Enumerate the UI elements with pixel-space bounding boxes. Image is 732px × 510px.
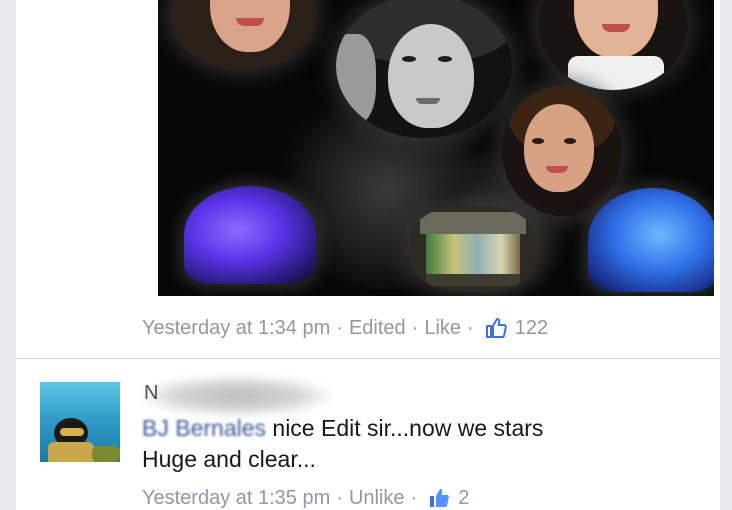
avatar[interactable] — [40, 382, 120, 462]
separator: · — [410, 486, 418, 509]
house-photo — [410, 206, 536, 292]
author-name-blurred — [142, 376, 332, 416]
portrait-photo — [538, 0, 688, 90]
tent-photo — [588, 188, 714, 292]
comment-timestamp[interactable]: Yesterday at 1:35 pm — [142, 487, 330, 510]
comment-meta: Yesterday at 1:35 pm · Unlike · 2 — [142, 486, 469, 510]
comment-author[interactable]: N — [144, 382, 158, 405]
mention-link[interactable]: BJ Bernales — [142, 415, 266, 441]
unlike-button[interactable]: Unlike — [349, 487, 405, 510]
post-photo[interactable] — [158, 0, 714, 296]
portrait-photo — [170, 0, 316, 70]
thumbs-up-icon[interactable] — [484, 316, 508, 340]
edited-link[interactable]: Edited — [349, 317, 406, 340]
like-button[interactable]: Like — [424, 317, 461, 340]
comment-like-count[interactable]: 2 — [458, 487, 469, 510]
portrait-photo — [502, 86, 622, 216]
thumbs-up-icon[interactable] — [427, 486, 451, 510]
separator: · — [411, 316, 419, 339]
separator: · — [336, 316, 343, 339]
separator: · — [336, 486, 343, 509]
post-meta: Yesterday at 1:34 pm · Edited · Like · 1… — [142, 316, 548, 340]
tent-photo — [184, 186, 316, 284]
divider — [16, 358, 720, 359]
feed-card: Yesterday at 1:34 pm · Edited · Like · 1… — [16, 0, 720, 510]
comment-body: BJ Bernales nice Edit sir...now we stars… — [142, 413, 682, 475]
post-timestamp[interactable]: Yesterday at 1:34 pm — [142, 317, 330, 340]
comment-text-line1: nice Edit sir...now we stars — [266, 415, 544, 441]
comment-text-line2: Huge and clear... — [142, 446, 316, 472]
post-like-count[interactable]: 122 — [515, 317, 548, 340]
portrait-photo — [336, 0, 512, 138]
separator: · — [467, 316, 474, 339]
